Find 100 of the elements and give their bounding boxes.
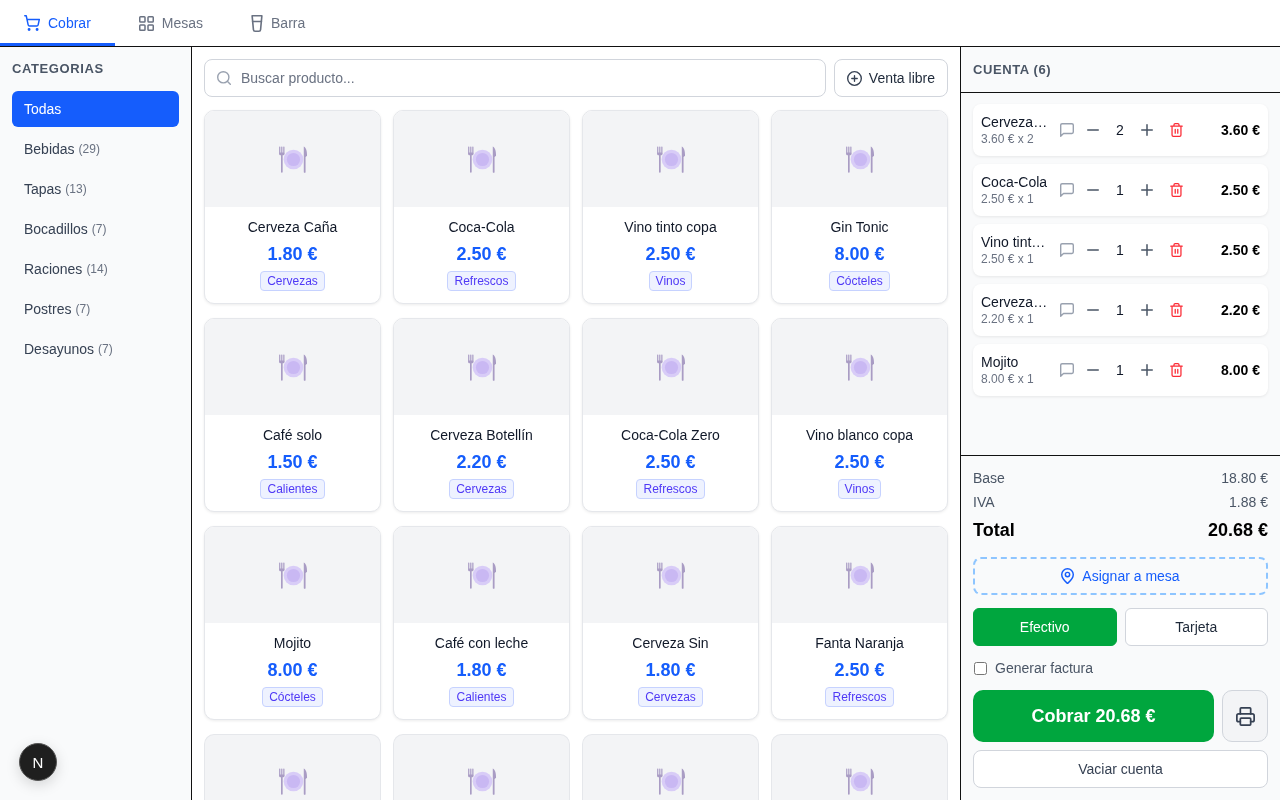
product-name: Gin Tonic [829, 218, 890, 237]
product-card[interactable]: Coca-Cola Zero 2.50 € Refrescos [582, 318, 759, 512]
product-card[interactable] [393, 734, 570, 800]
minus-icon[interactable] [1087, 189, 1099, 191]
plate-cutlery-icon [466, 768, 497, 795]
invoice-label: Generar factura [995, 660, 1094, 676]
trash-icon[interactable] [1170, 303, 1183, 317]
category-item[interactable]: Bocadillos (7) [12, 211, 179, 247]
product-name: Cerveza Botellín [429, 426, 534, 445]
product-price: 1.80 € [266, 243, 319, 265]
plate-cutlery-icon [844, 353, 875, 381]
plus-circle-icon [846, 70, 862, 86]
comment-icon[interactable] [1060, 303, 1074, 317]
comment-icon[interactable] [1060, 123, 1074, 137]
category-tag: Refrescos [825, 687, 894, 707]
product-name: Mojito [272, 634, 313, 653]
category-item[interactable]: Raciones (14) [12, 251, 179, 287]
summary-value: 18.80 € [1221, 469, 1268, 488]
category-item[interactable]: Tapas (13) [12, 171, 179, 207]
plus-icon[interactable] [1141, 124, 1153, 136]
plate-cutlery-icon [844, 145, 875, 173]
print-button[interactable] [1222, 690, 1268, 742]
category-tag: Cervezas [638, 687, 703, 707]
category-tag: Cócteles [262, 687, 323, 707]
product-name: Café solo [261, 426, 324, 445]
trash-icon[interactable] [1170, 123, 1183, 137]
product-name: Coca-Cola [447, 218, 516, 237]
comment-icon[interactable] [1060, 183, 1074, 197]
item-unit-price: 2.50 € x 1 [981, 191, 1034, 207]
category-item[interactable]: Todas [12, 91, 179, 127]
minus-icon[interactable] [1087, 369, 1099, 371]
payment-method-button[interactable]: Tarjeta [1124, 608, 1268, 646]
plus-icon[interactable] [1141, 244, 1153, 256]
item-name: Cerveza… [981, 113, 1048, 131]
product-card[interactable]: Vino blanco copa 2.50 € Vinos [771, 318, 948, 512]
plate-cutlery-icon [655, 561, 686, 589]
comment-icon[interactable] [1060, 363, 1074, 377]
trash-icon[interactable] [1170, 363, 1183, 377]
product-price: 2.50 € [455, 243, 508, 265]
product-card[interactable]: Cerveza Botellín 2.20 € Cervezas [393, 318, 570, 512]
product-name: Café con leche [433, 634, 530, 653]
product-card[interactable]: Gin Tonic 8.00 € Cócteles [771, 110, 948, 304]
item-name: Vino tint… [981, 233, 1046, 251]
product-card[interactable] [771, 734, 948, 800]
product-card[interactable]: Cerveza Sin 1.80 € Cervezas [582, 526, 759, 720]
plus-icon[interactable] [1141, 364, 1153, 376]
item-total: 3.60 € [1221, 122, 1260, 138]
clear-account-button[interactable]: Vaciar cuenta [973, 750, 1268, 788]
trash-icon[interactable] [1170, 243, 1183, 257]
category-tag: Calientes [260, 479, 325, 499]
tab[interactable]: Barra [227, 0, 330, 46]
plate-cutlery-icon [655, 768, 686, 795]
plus-icon[interactable] [1141, 304, 1153, 316]
product-price: 1.80 € [455, 659, 508, 681]
category-item[interactable]: Postres (7) [12, 291, 179, 327]
category-tag: Calientes [449, 687, 514, 707]
item-name: Cerveza… [981, 293, 1048, 311]
product-card[interactable]: Mojito 8.00 € Cócteles [204, 526, 381, 720]
plate-cutlery-icon [844, 561, 875, 589]
category-tag: Cervezas [260, 271, 325, 291]
comment-icon[interactable] [1060, 243, 1074, 257]
product-card[interactable]: Cerveza Caña 1.80 € Cervezas [204, 110, 381, 304]
plus-icon[interactable] [1141, 184, 1153, 196]
product-price: 1.50 € [266, 451, 319, 473]
product-card[interactable]: Café con leche 1.80 € Calientes [393, 526, 570, 720]
trash-icon[interactable] [1170, 183, 1183, 197]
product-price: 2.20 € [455, 451, 508, 473]
item-quantity: 1 [1115, 362, 1125, 378]
summary-label: IVA [973, 493, 995, 512]
product-card[interactable]: Café solo 1.50 € Calientes [204, 318, 381, 512]
plate-cutlery-icon [277, 561, 308, 589]
free-sale-button[interactable]: Venta libre [833, 59, 948, 97]
product-name: Coca-Cola Zero [620, 426, 721, 445]
minus-icon[interactable] [1087, 129, 1099, 131]
minus-icon[interactable] [1087, 309, 1099, 311]
product-name: Vino tinto copa [623, 218, 718, 237]
product-price: 2.50 € [833, 659, 886, 681]
product-price: 1.80 € [644, 659, 697, 681]
category-item[interactable]: Bebidas (29) [12, 131, 179, 167]
category-item[interactable]: Desayunos (7) [12, 331, 179, 367]
assign-table-button[interactable]: Asignar a mesa [973, 557, 1268, 595]
tab[interactable]: Mesas [114, 0, 228, 46]
minus-icon[interactable] [1087, 249, 1099, 251]
category-tag: Cervezas [449, 479, 514, 499]
search-field[interactable]: Buscar producto... [204, 59, 826, 97]
item-quantity: 1 [1115, 242, 1125, 258]
item-unit-price: 2.50 € x 1 [981, 251, 1034, 267]
invoice-checkbox[interactable] [974, 661, 987, 675]
map-pin-icon [1061, 568, 1075, 584]
cart-icon [24, 15, 40, 31]
product-card[interactable] [204, 734, 381, 800]
product-card[interactable]: Fanta Naranja 2.50 € Refrescos [771, 526, 948, 720]
plate-cutlery-icon [277, 145, 308, 173]
product-card[interactable]: Coca-Cola 2.50 € Refrescos [393, 110, 570, 304]
plate-cutlery-icon [277, 353, 308, 381]
category-tag: Cócteles [829, 271, 890, 291]
plate-cutlery-icon [655, 145, 686, 173]
product-price: 2.50 € [644, 451, 697, 473]
product-card[interactable] [582, 734, 759, 800]
product-card[interactable]: Vino tinto copa 2.50 € Vinos [582, 110, 759, 304]
